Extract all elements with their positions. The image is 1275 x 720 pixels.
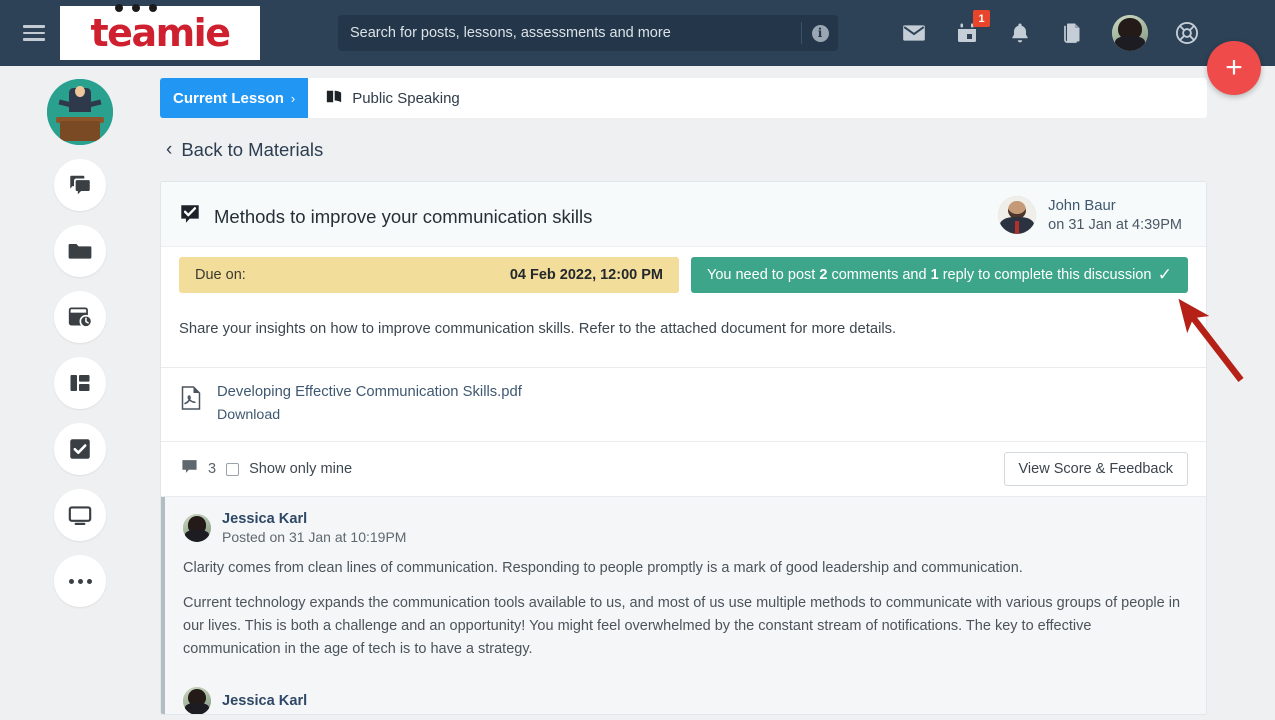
sidebar-item-discussions[interactable] bbox=[54, 159, 106, 211]
discussion-card: Methods to improve your communication sk… bbox=[160, 181, 1207, 715]
comment-count-group: 3 Show only mine bbox=[181, 458, 352, 480]
create-button[interactable]: + bbox=[1207, 41, 1261, 95]
breadcrumb-lesson[interactable]: Public Speaking bbox=[308, 78, 478, 118]
logo-text: teamie bbox=[90, 11, 231, 55]
mail-icon[interactable] bbox=[900, 19, 928, 47]
monitor-icon bbox=[67, 502, 93, 528]
discussion-description: Share your insights on how to improve co… bbox=[161, 307, 1206, 368]
topbar-icon-group: 1 bbox=[900, 10, 1201, 51]
more-dots-icon bbox=[68, 578, 92, 584]
due-label: Due on: bbox=[195, 267, 246, 283]
attachment-download-link[interactable]: Download bbox=[217, 407, 522, 423]
due-date-banner: Due on: 04 Feb 2022, 12:00 PM bbox=[179, 257, 679, 293]
avatar-image bbox=[1112, 15, 1148, 51]
comment-item: Jessica Karl bbox=[183, 686, 1188, 714]
logo-dots-icon bbox=[115, 4, 157, 12]
attachment-name[interactable]: Developing Effective Communication Skill… bbox=[217, 384, 522, 400]
attachment-row: Developing Effective Communication Skill… bbox=[161, 368, 1206, 442]
bell-icon[interactable] bbox=[1006, 19, 1034, 47]
comment-paragraph: Clarity comes from clean lines of commun… bbox=[183, 560, 1023, 576]
sidebar-item-more[interactable] bbox=[54, 555, 106, 607]
requirement-prefix: You need to post bbox=[707, 267, 816, 283]
author-avatar[interactable] bbox=[998, 196, 1037, 234]
podium-speaker-image bbox=[47, 79, 113, 145]
pages-icon[interactable] bbox=[1059, 19, 1087, 47]
teamie-logo[interactable]: teamie bbox=[60, 4, 260, 60]
chevron-left-icon: ‹ bbox=[166, 139, 173, 160]
discussion-title-row: Methods to improve your communication sk… bbox=[179, 196, 592, 230]
hamburger-icon[interactable] bbox=[10, 25, 58, 41]
chevron-right-icon: › bbox=[290, 90, 296, 106]
comments-list: Jessica Karl Posted on 31 Jan at 10:19PM… bbox=[161, 497, 1206, 714]
discussion-check-icon bbox=[179, 203, 201, 230]
post-author: John Baur on 31 Jan at 4:39PM bbox=[998, 196, 1188, 234]
banner-row: Due on: 04 Feb 2022, 12:00 PM You need t… bbox=[161, 247, 1206, 307]
breadcrumb-current-lesson[interactable]: Current Lesson › bbox=[160, 78, 309, 118]
comment-count: 3 bbox=[208, 461, 217, 477]
requirement-replies-count: 1 bbox=[930, 267, 939, 283]
comment-author-name[interactable]: Jessica Karl bbox=[222, 693, 307, 709]
requirement-check-icon[interactable]: ✓ bbox=[1158, 265, 1172, 285]
comment-author-name[interactable]: Jessica Karl bbox=[222, 511, 406, 527]
search-box[interactable]: i bbox=[338, 15, 838, 51]
breadcrumb-lesson-label: Public Speaking bbox=[352, 89, 460, 107]
sidebar-item-classroom[interactable] bbox=[54, 489, 106, 541]
comment-author-row: Jessica Karl bbox=[183, 686, 1188, 714]
back-link-label: Back to Materials bbox=[181, 139, 324, 160]
comment-date: Posted on 31 Jan at 10:19PM bbox=[222, 529, 407, 545]
search-info-icon[interactable]: i bbox=[802, 24, 838, 42]
pdf-file-icon bbox=[181, 386, 201, 415]
comment-avatar[interactable] bbox=[183, 686, 211, 714]
breadcrumb-current-label: Current Lesson bbox=[173, 89, 284, 107]
book-icon bbox=[326, 89, 343, 108]
comment-avatar[interactable] bbox=[183, 514, 211, 542]
page-title: Methods to improve your communication sk… bbox=[214, 205, 593, 227]
calendar-icon[interactable]: 1 bbox=[953, 10, 990, 47]
comment-icon bbox=[181, 458, 198, 480]
course-avatar[interactable] bbox=[47, 79, 113, 145]
sidebar-item-schedule[interactable] bbox=[54, 291, 106, 343]
author-avatar-image bbox=[998, 196, 1037, 234]
view-score-feedback-button[interactable]: View Score & Feedback bbox=[1003, 452, 1188, 486]
user-avatar[interactable] bbox=[1112, 15, 1148, 51]
comment-paragraph: Current technology expands the communica… bbox=[183, 594, 1181, 657]
requirement-suffix: reply to complete this discussion bbox=[942, 267, 1152, 283]
chat-bubbles-icon bbox=[67, 172, 93, 198]
calendar-clock-icon bbox=[67, 304, 93, 330]
comment-author-row: Jessica Karl Posted on 31 Jan at 10:19PM bbox=[183, 511, 1188, 545]
comment-item: Jessica Karl Posted on 31 Jan at 10:19PM… bbox=[183, 511, 1188, 661]
top-bar: teamie i 1 bbox=[0, 0, 1275, 95]
requirement-text: You need to post 2 comments and 1 reply … bbox=[707, 267, 1151, 283]
search-input[interactable] bbox=[338, 25, 801, 41]
sidebar-item-materials[interactable] bbox=[54, 225, 106, 277]
dashboard-icon bbox=[68, 371, 92, 395]
comment-body: Clarity comes from clean lines of commun… bbox=[183, 545, 1188, 661]
calendar-badge: 1 bbox=[973, 10, 990, 27]
requirement-banner[interactable]: You need to post 2 comments and 1 reply … bbox=[691, 257, 1188, 293]
sidebar-item-dashboard[interactable] bbox=[54, 357, 106, 409]
due-value: 04 Feb 2022, 12:00 PM bbox=[509, 267, 663, 283]
info-glyph: i bbox=[811, 24, 829, 42]
show-only-mine-label[interactable]: Show only mine bbox=[249, 461, 352, 477]
author-name[interactable]: John Baur bbox=[1048, 198, 1182, 214]
requirement-comments-count: 2 bbox=[819, 267, 828, 283]
folder-icon bbox=[67, 238, 93, 264]
main-content: Current Lesson › Public Speaking ‹ Back … bbox=[160, 66, 1275, 720]
show-only-mine-checkbox[interactable] bbox=[226, 462, 240, 476]
sidebar-item-assessments[interactable] bbox=[54, 423, 106, 475]
back-to-materials-link[interactable]: ‹ Back to Materials bbox=[166, 139, 323, 161]
requirement-middle: comments and bbox=[831, 267, 927, 283]
check-square-icon bbox=[67, 436, 93, 462]
lifebuoy-icon[interactable] bbox=[1173, 19, 1201, 47]
author-date: on 31 Jan at 4:39PM bbox=[1048, 216, 1182, 233]
comment-toolbar: 3 Show only mine View Score & Feedback bbox=[161, 442, 1206, 497]
discussion-header: Methods to improve your communication sk… bbox=[161, 182, 1206, 247]
breadcrumb: Current Lesson › Public Speaking bbox=[160, 78, 1207, 118]
left-sidebar bbox=[0, 66, 160, 720]
